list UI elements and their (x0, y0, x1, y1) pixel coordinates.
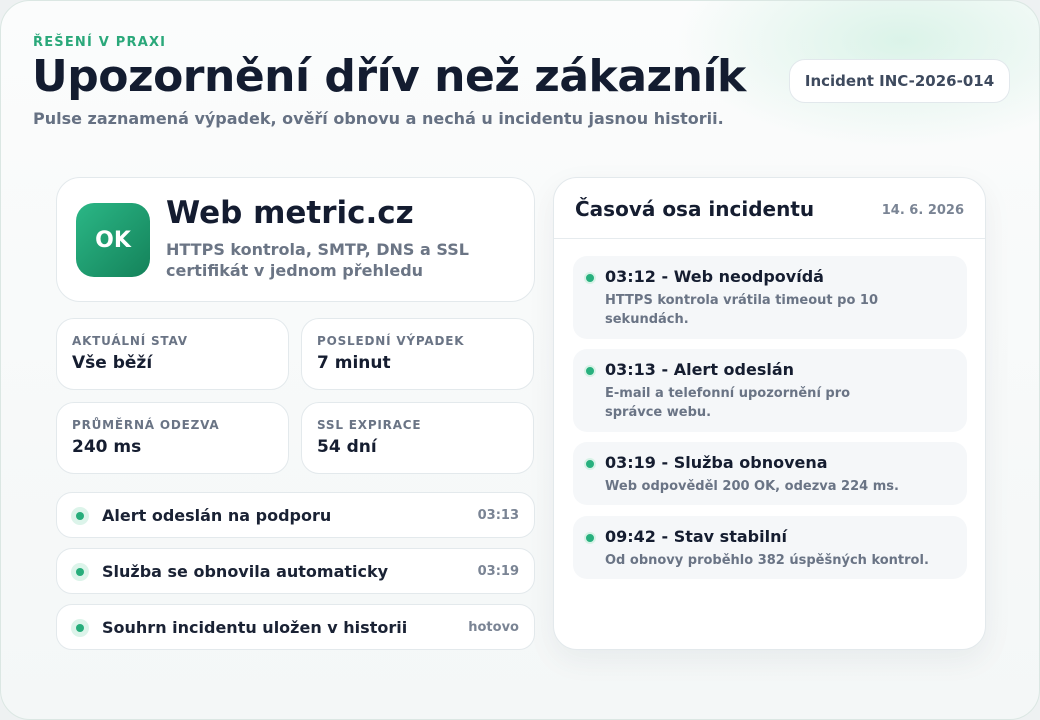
timeline-date: 14. 6. 2026 (881, 203, 964, 218)
event-row-service-restored[interactable]: Služba se obnovila automaticky 03:19 (56, 548, 535, 594)
stat-value: 240 ms (72, 437, 142, 457)
timeline-item-text: HTTPS kontrola vrátila timeout po 10 sek… (605, 293, 879, 327)
timeline-item-heading: 03:12 - Web neodpovídá (605, 267, 824, 286)
timeline-item[interactable]: 03:13 - Alert odeslán E-mail a telefonní… (573, 349, 967, 432)
event-row-alert-sent[interactable]: Alert odeslán na podporu 03:13 (56, 492, 535, 538)
site-name: Web metric.cz (166, 195, 414, 231)
timeline-item-text: E-mail a telefonní upozornění pro správc… (605, 386, 851, 420)
event-label: Souhrn incidentu uložen v historii (102, 618, 408, 637)
event-label: Služba se obnovila automaticky (102, 562, 389, 581)
stat-ssl-expiry: SSL EXPIRACE 54 dní (301, 402, 534, 474)
status-ok-badge: OK (76, 203, 150, 277)
timeline-item-text: Od obnovy proběhlo 382 úspěšných kontrol… (605, 553, 929, 568)
timeline-dot-icon (584, 365, 596, 377)
status-dot-icon (71, 563, 89, 581)
timeline-item-text: Web odpověděl 200 OK, odezva 224 ms. (605, 479, 899, 494)
event-row-summary-saved[interactable]: Souhrn incidentu uložen v historii hotov… (56, 604, 535, 650)
stat-avg-response: PRŮMĚRNÁ ODEZVA 240 ms (56, 402, 289, 474)
stat-current-status: AKTUÁLNÍ STAV Vše běží (56, 318, 289, 390)
event-status: hotovo (468, 620, 519, 635)
incident-id-badge[interactable]: Incident INC-2026-014 (789, 59, 1010, 103)
timeline-item[interactable]: 03:12 - Web neodpovídá HTTPS kontrola vr… (573, 256, 967, 339)
site-summary-card[interactable]: OK Web metric.cz HTTPS kontrola, SMTP, D… (56, 177, 535, 302)
status-dot-icon (71, 619, 89, 637)
timeline-item[interactable]: 09:42 - Stav stabilní Od obnovy proběhlo… (573, 516, 967, 579)
timeline-item[interactable]: 03:19 - Služba obnovena Web odpověděl 20… (573, 442, 967, 505)
stat-last-outage: POSLEDNÍ VÝPADEK 7 minut (301, 318, 534, 390)
page-frame: ŘEŠENÍ V PRAXI Upozornění dřív než zákaz… (0, 0, 1040, 720)
stat-value: 7 minut (317, 353, 391, 373)
stat-value: Vše běží (72, 353, 153, 373)
incident-timeline-card: Časová osa incidentu 14. 6. 2026 03:12 -… (553, 177, 986, 650)
timeline-dot-icon (584, 532, 596, 544)
timeline-dot-icon (584, 458, 596, 470)
page-subtitle: Pulse zaznamená výpadek, ověří obnovu a … (33, 109, 724, 128)
stat-label: SSL EXPIRACE (317, 418, 422, 432)
timeline-header: Časová osa incidentu 14. 6. 2026 (554, 178, 985, 239)
page-title: Upozornění dřív než zákazník (32, 51, 746, 102)
stat-label: AKTUÁLNÍ STAV (72, 334, 188, 348)
timeline-item-heading: 03:19 - Služba obnovena (605, 453, 828, 472)
site-description: HTTPS kontrola, SMTP, DNS a SSL certifik… (166, 240, 469, 280)
eyebrow-label: ŘEŠENÍ V PRAXI (33, 35, 167, 50)
stat-value: 54 dní (317, 437, 377, 457)
event-label: Alert odeslán na podporu (102, 506, 332, 525)
timeline-item-heading: 03:13 - Alert odeslán (605, 360, 795, 379)
status-dot-icon (71, 507, 89, 525)
stat-label: POSLEDNÍ VÝPADEK (317, 334, 465, 348)
event-time: 03:19 (477, 564, 519, 579)
event-time: 03:13 (477, 508, 519, 523)
timeline-title: Časová osa incidentu (575, 197, 815, 221)
timeline-dot-icon (584, 272, 596, 284)
timeline-item-heading: 09:42 - Stav stabilní (605, 527, 787, 546)
stat-label: PRŮMĚRNÁ ODEZVA (72, 418, 220, 432)
